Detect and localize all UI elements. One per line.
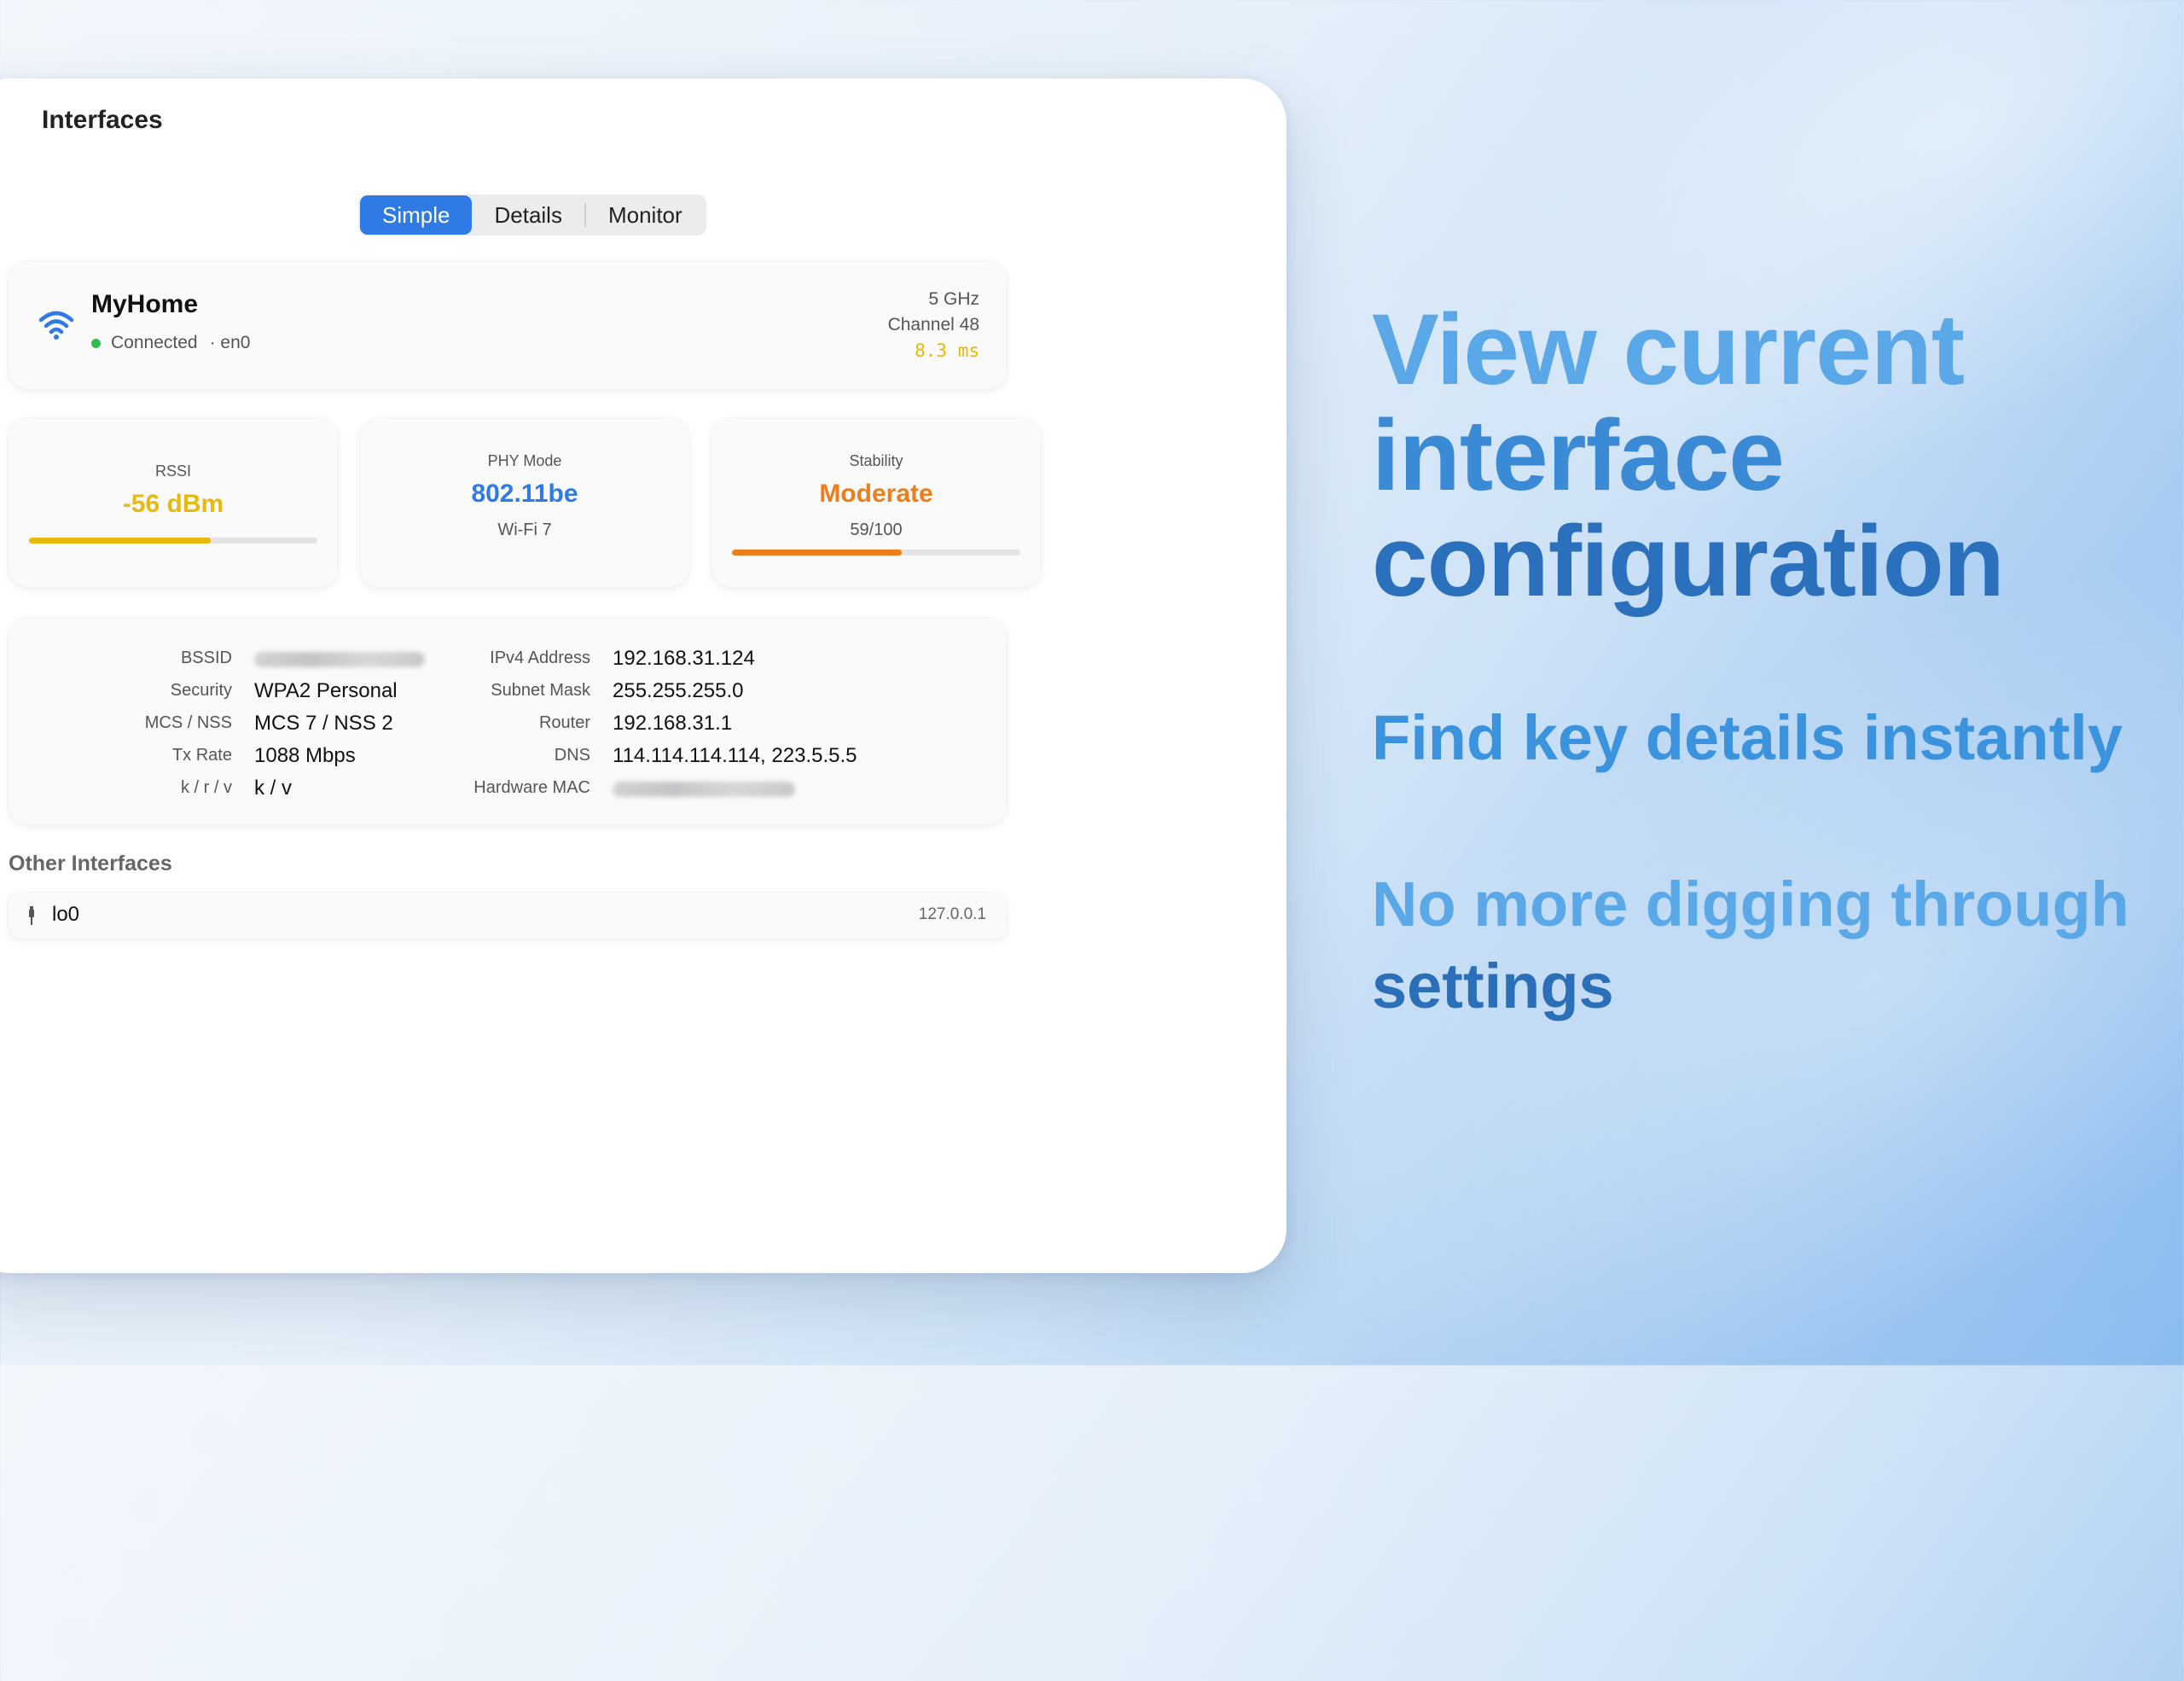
ethernet-plug-icon <box>29 906 34 925</box>
bssid-label: BSSID <box>180 649 232 667</box>
phy-mode-card: PHY Mode 802.11be Wi-Fi 7 <box>360 418 689 587</box>
rssi-card: RSSI -56 dBm <box>9 418 338 587</box>
details-card: BSSID Security WPA2 Personal MCS / NSS M… <box>9 618 1007 824</box>
krv-value: k / v <box>254 777 293 800</box>
interface-name-lo0: lo0 <box>52 903 80 926</box>
hardware-mac-label: Hardware MAC <box>473 778 590 797</box>
mcs-nss-label: MCS / NSS <box>144 713 232 732</box>
ipv4-value: 192.168.31.124 <box>613 647 755 670</box>
network-ssid: MyHome <box>91 290 199 318</box>
dns-label: DNS <box>554 746 590 765</box>
network-meta: 5 GHz Channel 48 8.3 ms <box>888 287 979 364</box>
tx-rate-value: 1088 Mbps <box>254 744 356 767</box>
tagline-2-line-2: settings <box>1372 951 1614 1021</box>
stability-value: Moderate <box>819 480 933 508</box>
rssi-value: -56 dBm <box>122 490 224 518</box>
channel-label: Channel 48 <box>887 315 979 334</box>
status-dot <box>91 338 101 348</box>
tx-rate-label: Tx Rate <box>171 746 232 765</box>
stability-label: Stability <box>849 452 903 469</box>
security-label: Security <box>170 681 232 700</box>
rssi-bar-track <box>29 538 317 544</box>
band-label: 5 GHz <box>928 289 979 309</box>
wifi-icon <box>38 311 74 340</box>
tab-simple[interactable]: Simple <box>360 195 473 235</box>
stability-bar-fill <box>732 550 903 555</box>
hardware-mac-value-redacted <box>613 782 795 797</box>
tab-monitor[interactable]: Monitor <box>586 195 705 235</box>
subnet-mask-value: 255.255.255.0 <box>613 679 744 702</box>
tagline-find-details: Find key details instantly <box>1372 702 2123 773</box>
dns-value: 114.114.114.114, 223.5.5.5 <box>613 744 857 767</box>
interface-row-lo0[interactable]: lo0 127.0.0.1 <box>9 893 1007 939</box>
stability-score: 59/100 <box>850 521 903 539</box>
headline-line-3: configuration <box>1372 505 2005 618</box>
tab-details[interactable]: Details <box>472 195 584 235</box>
subnet-mask-label: Subnet Mask <box>491 681 590 700</box>
tagline-2-line-1: No more digging through <box>1372 869 2129 939</box>
tagline-no-digging: No more digging through settings <box>1372 864 2129 1027</box>
rssi-label: RSSI <box>154 462 191 480</box>
other-interfaces-heading: Other Interfaces <box>9 852 172 875</box>
krv-label: k / r / v <box>181 778 232 797</box>
latency-label: 8.3 ms <box>915 340 979 361</box>
phy-mode-sub: Wi-Fi 7 <box>497 521 552 539</box>
connection-status: Connected · en0 <box>91 333 250 353</box>
router-label: Router <box>538 713 590 732</box>
interface-name: · en0 <box>209 333 251 352</box>
phy-mode-value: 802.11be <box>471 480 578 508</box>
headline-line-1: View current <box>1372 294 1965 406</box>
marketing-headline: View current interface configuration <box>1372 294 2005 618</box>
router-value: 192.168.31.1 <box>613 712 733 735</box>
phy-mode-label: PHY Mode <box>487 452 562 469</box>
headline-line-2: interface <box>1372 399 1785 512</box>
app-window: Interfaces Simple Details Monitor MyHome… <box>0 79 1287 1273</box>
view-mode-segmented-control: Simple Details Monitor <box>358 195 706 236</box>
current-network-card: MyHome Connected · en0 5 GHz Channel 48 … <box>9 261 1007 389</box>
rssi-bar-fill <box>29 538 211 544</box>
window-title: Interfaces <box>42 106 163 134</box>
status-text: Connected <box>111 333 198 352</box>
stability-card: Stability Moderate 59/100 <box>712 418 1041 587</box>
ipv4-label: IPv4 Address <box>490 649 590 667</box>
interface-address-lo0: 127.0.0.1 <box>918 905 986 923</box>
stability-bar-track <box>732 550 1020 555</box>
